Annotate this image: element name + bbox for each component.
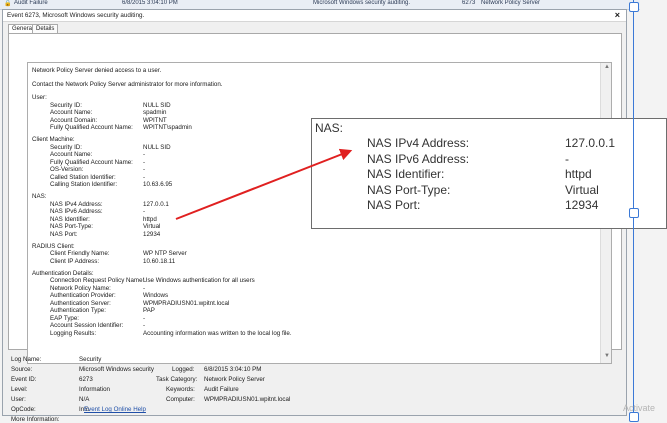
activate-watermark: Activate <box>623 403 656 413</box>
resize-handle-top[interactable] <box>629 2 639 12</box>
resize-handle-middle[interactable] <box>629 208 639 218</box>
red-arrow <box>175 148 353 220</box>
annotation-arrow <box>175 148 353 220</box>
